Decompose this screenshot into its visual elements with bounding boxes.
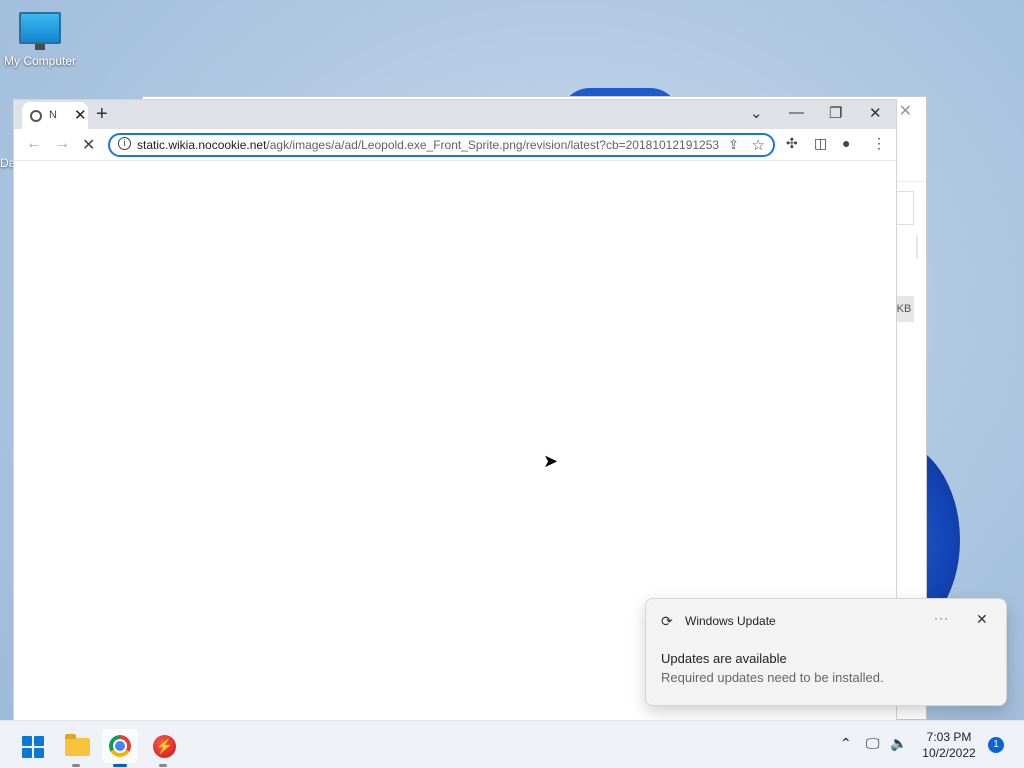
more-options-icon[interactable]: ··· [934, 611, 949, 625]
desktop-icon-my-computer[interactable]: My Computer [0, 10, 80, 68]
chevron-up-icon[interactable]: ⌃ [840, 735, 852, 752]
close-window-button[interactable]: ✕ [869, 104, 882, 122]
browser-tab[interactable]: N ✕ [22, 102, 88, 129]
star-icon[interactable]: ☆ [752, 136, 765, 154]
browser-titlebar[interactable]: N ✕ + ⌄ — ❐ ✕ [14, 100, 896, 129]
kb-label: KB [894, 296, 914, 322]
share-icon[interactable]: ⇪ [728, 137, 739, 153]
url-host: static.wikia.nocookie.net [137, 138, 267, 152]
running-indicator [72, 764, 80, 767]
background-scroll-edge [916, 235, 918, 259]
tab-close-icon[interactable]: ✕ [74, 106, 87, 124]
side-panel-icon[interactable]: ◫ [814, 135, 827, 152]
volume-icon[interactable]: 🔈 [890, 735, 907, 752]
background-window-close-icon[interactable]: ✕ [899, 101, 912, 121]
flash-app-button[interactable]: ⚡ [146, 729, 182, 767]
notification-body: Required updates need to be installed. [661, 670, 884, 685]
clock[interactable]: 7:03 PM 10/2/2022 [916, 729, 982, 761]
tab-title: N [49, 109, 57, 121]
address-bar[interactable]: i static.wikia.nocookie.net/agk/images/a… [108, 133, 775, 157]
minimize-button[interactable]: — [789, 104, 804, 121]
network-icon[interactable]: 🖵 [866, 735, 880, 752]
new-tab-button[interactable]: + [96, 103, 108, 126]
running-indicator [159, 764, 167, 767]
back-button[interactable]: ← [26, 135, 42, 153]
chrome-taskbar-button[interactable] [102, 729, 138, 767]
site-info-icon[interactable]: i [118, 137, 131, 150]
url-text[interactable]: static.wikia.nocookie.net/agk/images/a/a… [137, 138, 721, 152]
stop-loading-button[interactable]: ✕ [82, 135, 95, 155]
extensions-icon[interactable]: ✣ [786, 135, 798, 152]
computer-icon [19, 12, 61, 50]
windows-logo-icon [22, 736, 44, 758]
chrome-icon [109, 735, 131, 757]
active-indicator [113, 764, 127, 767]
clock-date: 10/2/2022 [922, 746, 976, 760]
profile-icon[interactable]: ● [842, 135, 850, 151]
refresh-icon: ⟳ [661, 613, 673, 629]
tab-favicon-icon [30, 110, 42, 122]
taskbar: ⚡ ⌃ 🖵 🔈 7:03 PM 10/2/2022 1 [0, 720, 1024, 768]
notification-app-name: Windows Update [685, 614, 776, 628]
lightning-icon: ⚡ [153, 735, 176, 758]
desktop-icon-label: My Computer [3, 54, 77, 68]
browser-toolbar: ← → ✕ i static.wikia.nocookie.net/agk/im… [14, 129, 896, 161]
notification-close-icon[interactable]: ✕ [976, 611, 988, 628]
forward-button[interactable]: → [54, 135, 70, 153]
folder-icon [65, 734, 90, 756]
notification-title: Updates are available [661, 651, 787, 666]
mouse-cursor-icon: ➤ [543, 451, 559, 471]
notification-count-badge[interactable]: 1 [988, 737, 1004, 753]
file-explorer-button[interactable] [59, 729, 95, 767]
tab-search-icon[interactable]: ⌄ [750, 104, 763, 122]
start-button[interactable] [14, 729, 50, 763]
clock-time: 7:03 PM [926, 730, 972, 744]
restore-button[interactable]: ❐ [829, 104, 842, 122]
notification-toast[interactable]: ⟳ Windows Update ··· ✕ Updates are avail… [645, 598, 1007, 706]
url-path: /agk/images/a/ad/Leopold.exe_Front_Sprit… [266, 138, 720, 152]
menu-icon[interactable]: ⋮ [872, 135, 886, 152]
